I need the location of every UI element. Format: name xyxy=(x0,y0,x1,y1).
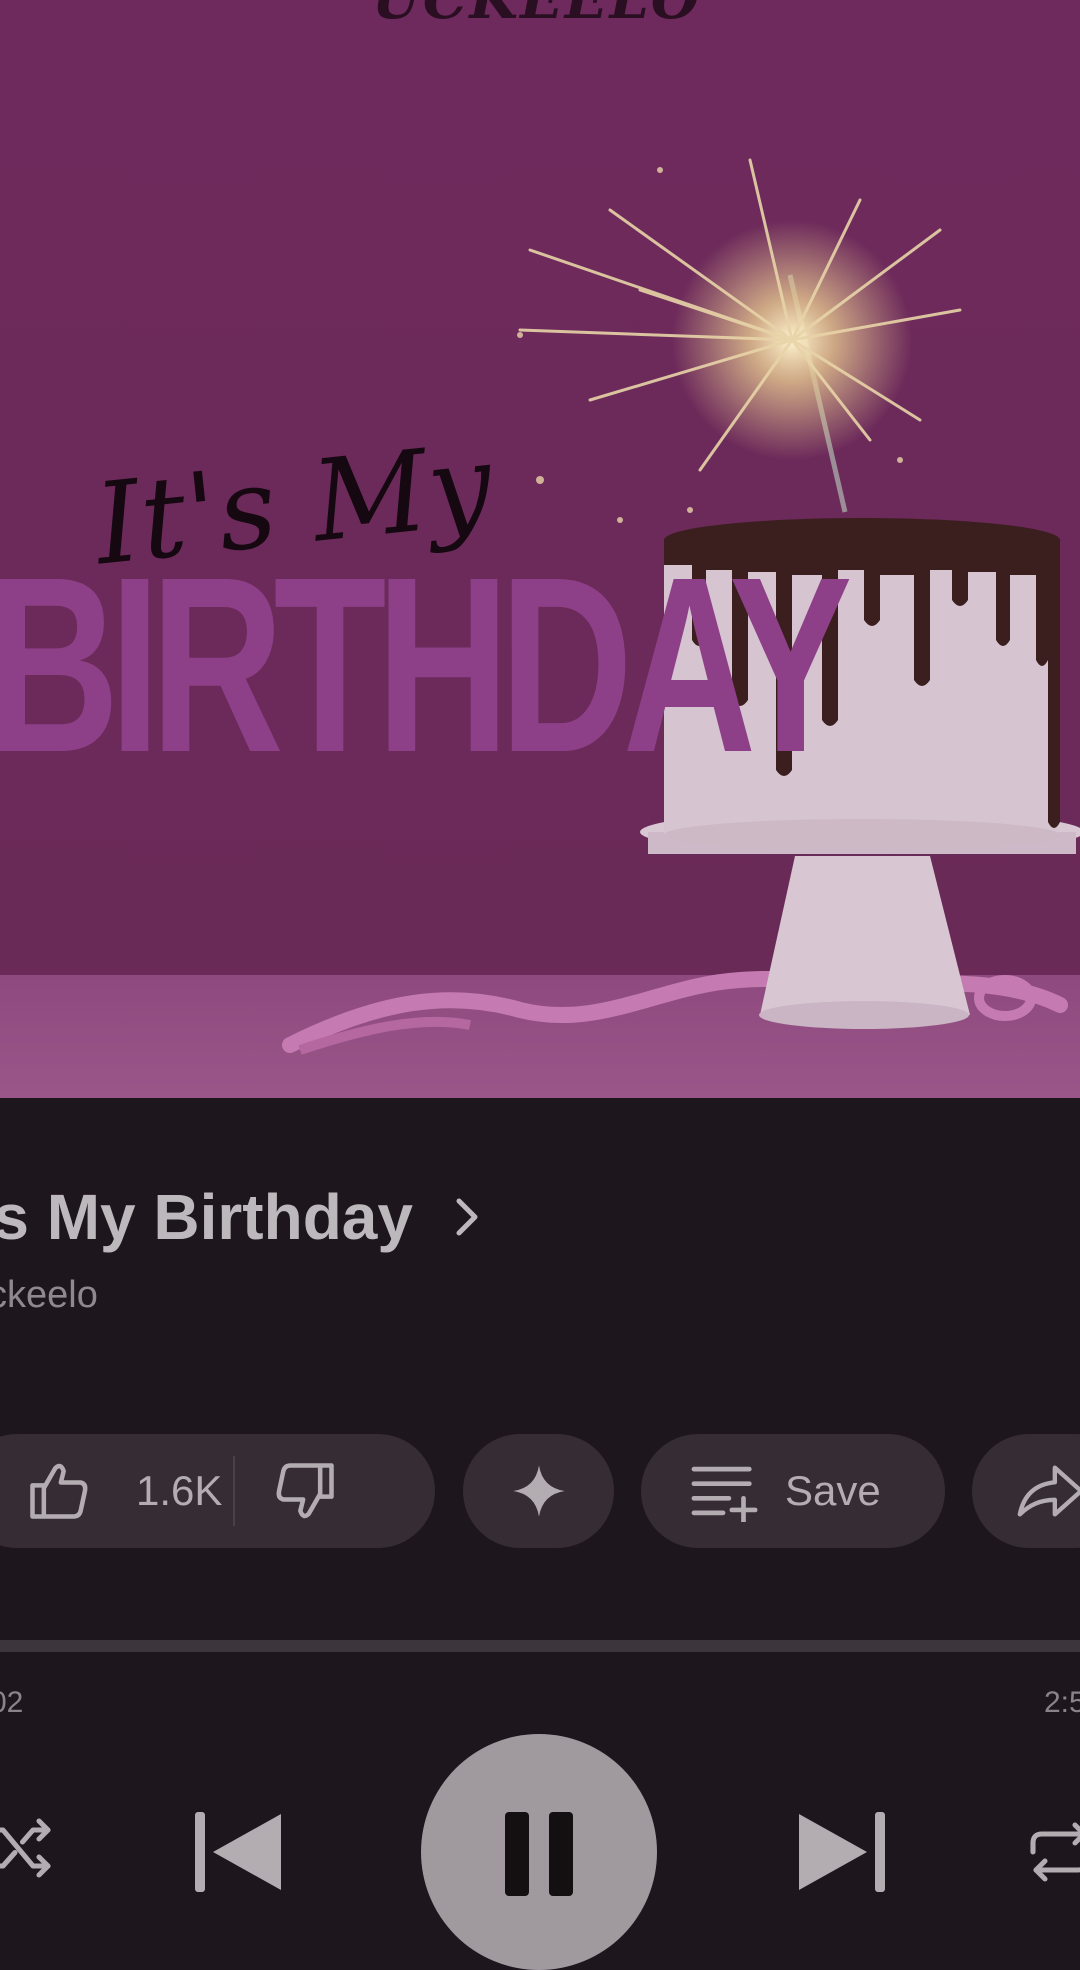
like-count: 1.6K xyxy=(136,1467,223,1514)
thumbs-down-icon xyxy=(276,1463,334,1519)
like-dislike-chip: 1.6K xyxy=(0,1434,435,1548)
ask-button[interactable] xyxy=(463,1434,614,1548)
save-label: Save xyxy=(785,1467,881,1514)
dislike-button[interactable] xyxy=(272,1434,340,1548)
shuffle-icon[interactable] xyxy=(0,1812,54,1884)
chip-divider xyxy=(233,1456,235,1526)
chevron-right-icon xyxy=(456,1198,478,1236)
total-time: 2:5 xyxy=(1044,1686,1080,1719)
album-art: UCKEELO It's My BIRTHDAY xyxy=(0,0,1080,1098)
skip-previous-icon[interactable] xyxy=(195,1812,285,1892)
sparkle-icon xyxy=(512,1465,565,1517)
like-button[interactable]: 1.6K xyxy=(24,1434,222,1548)
current-time: 02 xyxy=(0,1686,24,1719)
save-button[interactable]: Save xyxy=(641,1434,945,1548)
track-title: ts My Birthday xyxy=(0,1181,413,1253)
track-artist[interactable]: ckeelo xyxy=(0,1274,98,1317)
skip-next-icon[interactable] xyxy=(795,1812,885,1892)
pause-icon xyxy=(505,1812,573,1896)
share-icon xyxy=(1017,1465,1080,1517)
play-pause-button[interactable] xyxy=(421,1734,657,1970)
album-big-title: BIRTHDAY xyxy=(0,525,852,804)
progress-bar[interactable] xyxy=(0,1640,1080,1652)
album-artist-script: UCKEELO xyxy=(372,0,702,32)
thumbs-up-icon xyxy=(30,1463,88,1519)
share-button[interactable] xyxy=(972,1434,1080,1548)
repeat-icon[interactable] xyxy=(1024,1816,1080,1888)
track-title-link[interactable]: ts My Birthday xyxy=(0,1180,487,1254)
playlist-add-icon xyxy=(691,1466,758,1522)
